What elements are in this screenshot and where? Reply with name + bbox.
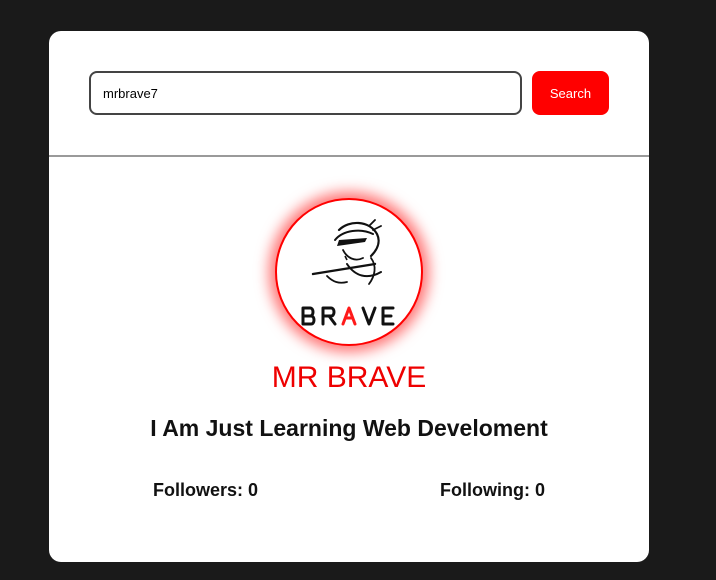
search-input[interactable] <box>89 71 522 115</box>
profile-bio: I Am Just Learning Web Develoment <box>150 415 548 441</box>
divider <box>49 155 649 157</box>
profile-stats: Followers: 0 Following: 0 <box>153 480 545 504</box>
brave-logo-image <box>301 219 395 326</box>
following-count: Following: 0 <box>440 480 545 500</box>
followers-count: Followers: 0 <box>153 480 259 500</box>
avatar <box>275 198 423 346</box>
search-button[interactable]: Search <box>532 71 609 115</box>
profile-card: Search <box>49 31 649 562</box>
profile-name: MR BRAVE <box>271 361 427 394</box>
search-bar: Search <box>89 71 609 115</box>
